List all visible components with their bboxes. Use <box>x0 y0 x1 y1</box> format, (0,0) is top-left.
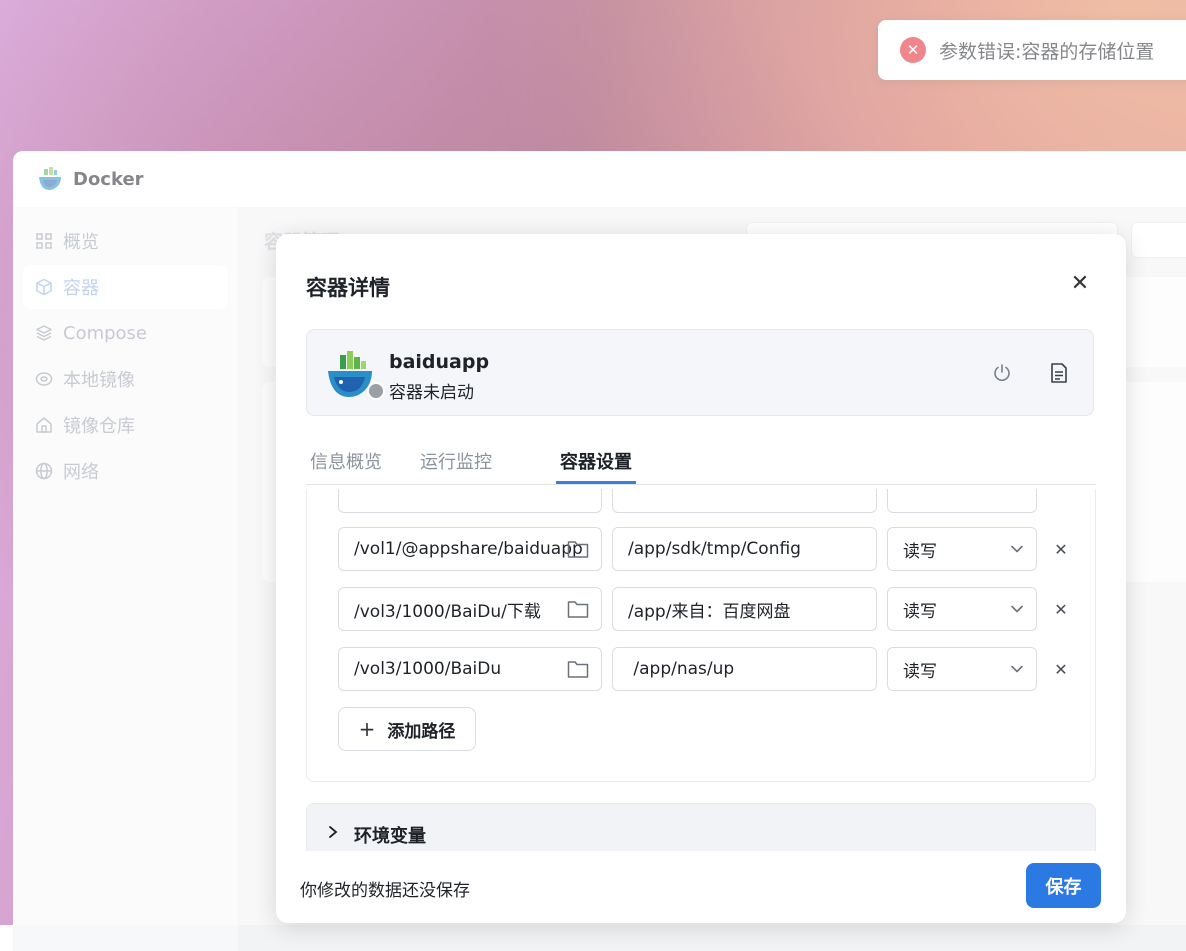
folder-icon[interactable] <box>567 659 589 679</box>
chevron-down-icon <box>1011 665 1023 673</box>
chevron-down-icon <box>1011 545 1023 553</box>
tab-info-overview[interactable]: 信息概览 <box>310 448 382 482</box>
active-tab-indicator <box>556 481 636 484</box>
add-path-button[interactable]: + 添加路径 <box>338 707 476 751</box>
container-path-field[interactable]: /app/来自：百度网盘 <box>612 587 877 631</box>
permission-value: 读写 <box>903 661 937 682</box>
permission-value: 读写 <box>903 541 937 562</box>
folder-icon[interactable] <box>567 539 589 559</box>
remove-path-icon[interactable]: ✕ <box>1051 659 1071 679</box>
tab-bar: 信息概览 运行监控 容器设置 <box>306 448 1096 485</box>
permission-select[interactable] <box>887 489 1037 513</box>
host-path-field[interactable] <box>338 489 602 513</box>
plus-icon: + <box>358 717 376 741</box>
dialog-title: 容器详情 <box>306 276 390 300</box>
host-path-value: /vol1/@appshare/baiduapp <box>354 539 583 559</box>
chevron-down-icon <box>1011 605 1023 613</box>
container-path-value: /app/sdk/tmp/Config <box>628 539 801 559</box>
host-path-field[interactable]: /vol1/@appshare/baiduapp <box>338 527 602 571</box>
dialog-footer: 你修改的数据还没保存 保存 <box>276 851 1126 923</box>
permission-select[interactable]: 读写 <box>887 587 1037 631</box>
unsaved-changes-text: 你修改的数据还没保存 <box>300 881 470 901</box>
container-name: baiduapp <box>389 351 490 373</box>
permission-value: 读写 <box>903 601 937 622</box>
container-path-field[interactable] <box>612 489 877 513</box>
host-path-field[interactable]: /vol3/1000/BaiDu <box>338 647 602 691</box>
tab-runtime-monitor[interactable]: 运行监控 <box>420 448 492 482</box>
container-details-dialog: 容器详情 ✕ baiduapp 容器未启动 信息概览 运行监控 容器设置 /vo… <box>276 234 1126 923</box>
folder-icon[interactable] <box>567 599 589 619</box>
permission-select[interactable]: 读写 <box>887 647 1037 691</box>
chevron-right-icon <box>329 826 338 838</box>
remove-path-icon[interactable]: ✕ <box>1051 599 1071 619</box>
container-status: 容器未启动 <box>389 383 474 403</box>
container-path-value: /app/nas/up <box>628 659 735 679</box>
permission-select[interactable]: 读写 <box>887 527 1037 571</box>
host-path-value: /vol3/1000/BaiDu/下载 <box>354 601 541 622</box>
container-path-value: /app/来自：百度网盘 <box>628 601 791 622</box>
remove-path-icon[interactable]: ✕ <box>1051 539 1071 559</box>
container-path-field[interactable]: /app/nas/up <box>612 647 877 691</box>
log-document-icon[interactable] <box>1046 360 1072 386</box>
host-path-value: /vol3/1000/BaiDu <box>354 659 502 679</box>
container-summary-card: baiduapp 容器未启动 <box>306 329 1094 416</box>
volume-settings-panel: /vol1/@appshare/baiduapp /app/sdk/tmp/Co… <box>306 489 1096 782</box>
host-path-field[interactable]: /vol3/1000/BaiDu/下载 <box>338 587 602 631</box>
close-icon[interactable]: ✕ <box>1066 269 1094 297</box>
env-variables-label: 环境变量 <box>354 826 426 847</box>
tab-container-settings[interactable]: 容器设置 <box>560 448 632 482</box>
status-indicator <box>367 382 385 400</box>
container-path-field[interactable]: /app/sdk/tmp/Config <box>612 527 877 571</box>
save-button[interactable]: 保存 <box>1026 863 1101 908</box>
add-path-label: 添加路径 <box>387 721 456 742</box>
power-icon[interactable] <box>989 360 1015 386</box>
